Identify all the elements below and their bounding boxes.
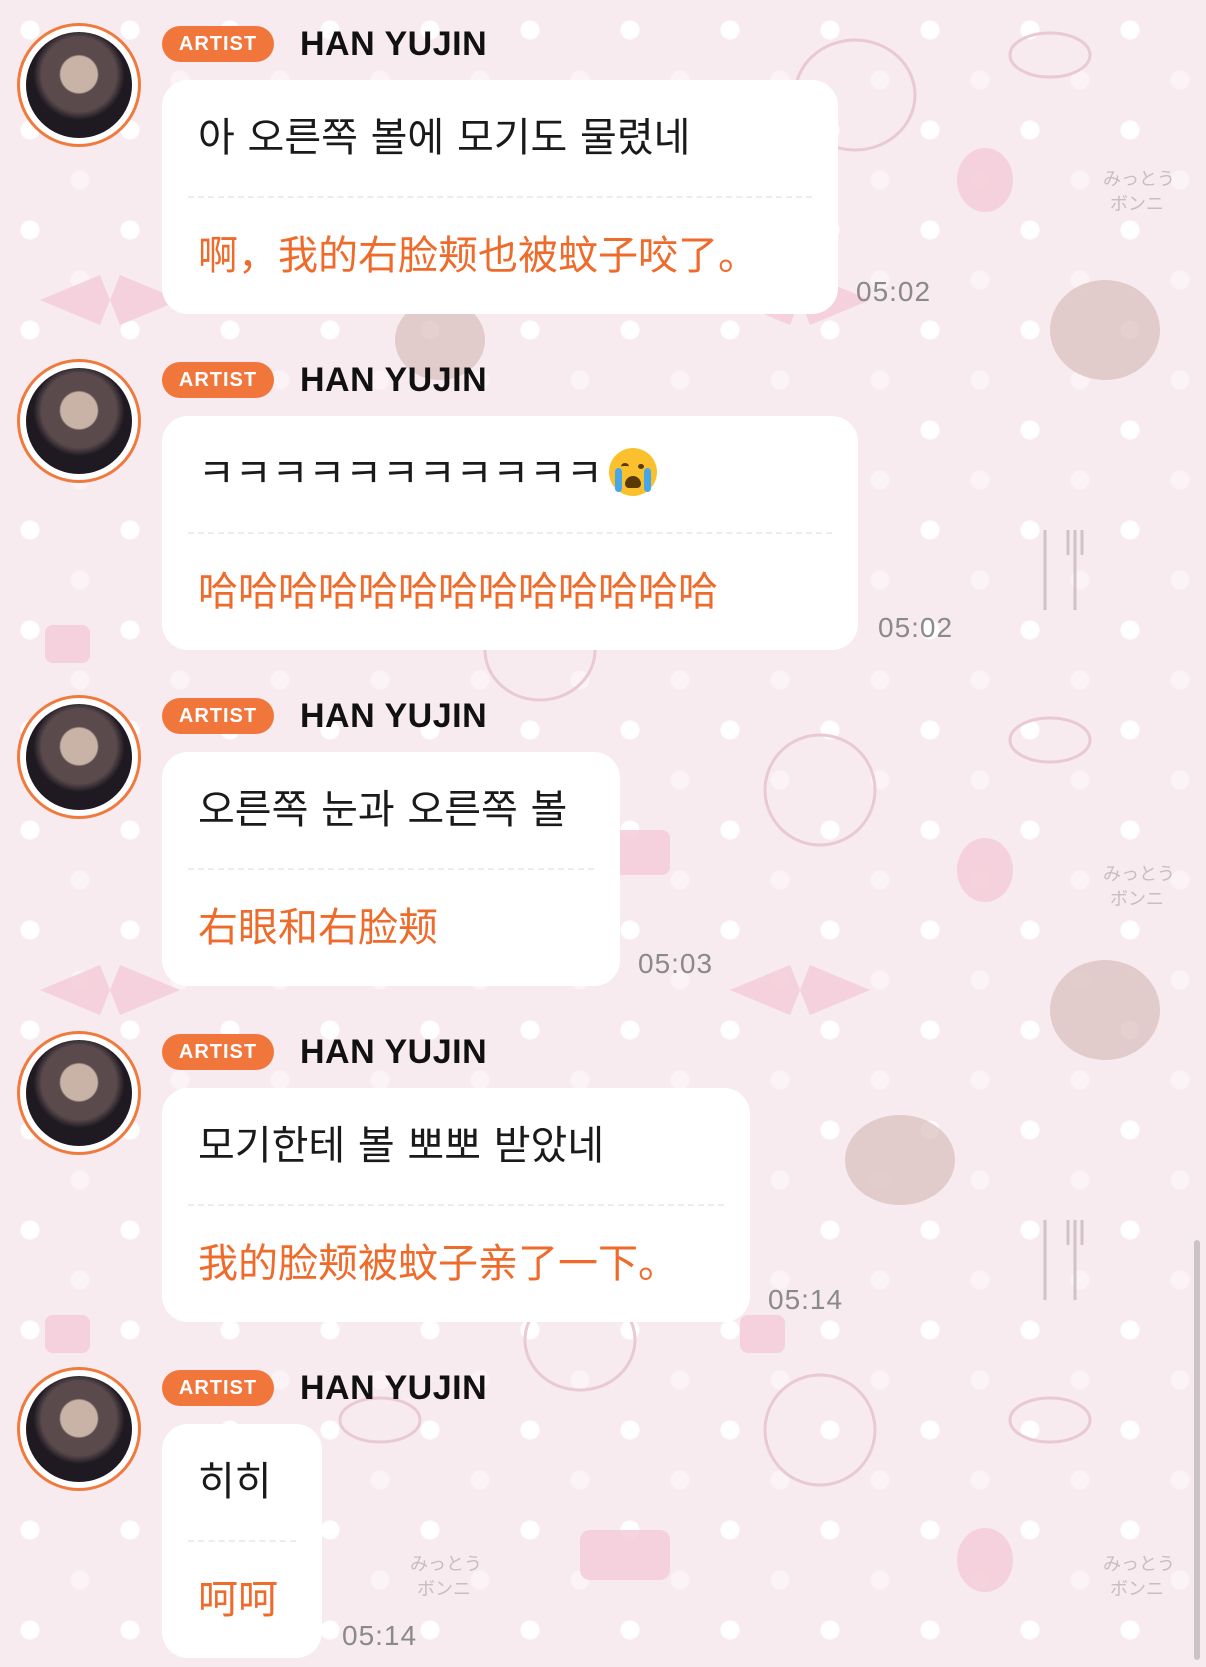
sender-name: HAN YUJIN xyxy=(300,1033,488,1071)
scrollbar[interactable] xyxy=(1194,1240,1200,1660)
timestamp: 05:14 xyxy=(768,1284,844,1315)
translated-text: 右眼和右脸颊 xyxy=(198,905,438,951)
sender-name: HAN YUJIN xyxy=(300,1369,488,1407)
fork-doodle xyxy=(1043,1220,1084,1300)
bow-doodle xyxy=(40,965,180,1015)
original-text: ㅋㅋㅋㅋㅋㅋㅋㅋㅋㅋㅋ xyxy=(198,451,603,497)
cake-doodle xyxy=(580,1530,670,1580)
wallpaper-text: みっとう xyxy=(410,1554,482,1575)
avatar[interactable] xyxy=(17,1367,141,1491)
artist-badge: ARTIST xyxy=(162,362,274,398)
cake-doodle xyxy=(740,1315,785,1353)
original-text-row: ㅋㅋㅋㅋㅋㅋㅋㅋㅋㅋㅋ xyxy=(198,416,822,532)
strawberry-doodle xyxy=(957,148,1013,212)
avatar[interactable] xyxy=(17,359,141,483)
teacup-doodle xyxy=(1008,1396,1092,1444)
timestamp: 05:02 xyxy=(856,276,932,307)
wallpaper-text: ボンニ xyxy=(417,1579,471,1600)
teacup-doodle xyxy=(1008,716,1092,764)
brown-bunny-doodle xyxy=(1050,960,1160,1060)
strawberry-doodle xyxy=(957,838,1013,902)
sender-name: HAN YUJIN xyxy=(300,361,488,399)
timestamp: 05:03 xyxy=(638,948,714,979)
strawberry-doodle xyxy=(957,1528,1013,1592)
translated-text: 哈哈哈哈哈哈哈哈哈哈哈哈哈 xyxy=(198,569,718,615)
wallpaper-text: ボンニ xyxy=(1110,1579,1164,1600)
message-bubble[interactable]: 아 오른쪽 볼에 모기도 물렸네 啊，我的右脸颊也被蚊子咬了。 xyxy=(162,80,838,314)
sender-name: HAN YUJIN xyxy=(300,697,488,735)
original-text: 오른쪽 눈과 오른쪽 볼 xyxy=(198,787,568,833)
brown-bunny-doodle xyxy=(1050,280,1160,380)
translated-text: 我的脸颊被蚊子亲了一下。 xyxy=(198,1241,678,1287)
original-text: 아 오른쪽 볼에 모기도 물렸네 xyxy=(198,115,691,161)
message-bubble[interactable]: 모기한테 볼 뽀뽀 받았네 我的脸颊被蚊子亲了一下。 xyxy=(162,1088,750,1322)
wallpaper-text: みっとう xyxy=(1103,1554,1175,1575)
fork-doodle xyxy=(1043,530,1084,610)
wallpaper-text: ボンニ xyxy=(1110,194,1164,215)
timestamp: 05:02 xyxy=(878,612,954,643)
message-bubble[interactable]: 오른쪽 눈과 오른쪽 볼 右眼和右脸颊 xyxy=(162,752,620,986)
original-text: 히히 xyxy=(198,1459,272,1505)
avatar-photo xyxy=(26,1376,132,1482)
artist-badge: ARTIST xyxy=(162,698,274,734)
avatar[interactable] xyxy=(17,23,141,147)
original-text: 모기한테 볼 뽀뽀 받았네 xyxy=(198,1123,605,1169)
cake-doodle xyxy=(45,625,90,663)
sender-name: HAN YUJIN xyxy=(300,25,488,63)
message-bubble[interactable]: 히히 呵呵 xyxy=(162,1424,322,1658)
cake-doodle xyxy=(45,1315,90,1353)
loudly-crying-face-icon xyxy=(608,448,657,496)
bunny-doodle xyxy=(763,733,877,847)
bow-doodle xyxy=(40,275,180,325)
artist-badge: ARTIST xyxy=(162,1034,274,1070)
wallpaper-text: みっとう xyxy=(1103,864,1175,885)
bow-doodle xyxy=(730,965,870,1015)
teacup-doodle xyxy=(1008,31,1092,79)
brown-bunny-doodle xyxy=(845,1115,955,1205)
wallpaper-text: みっとう xyxy=(1103,169,1175,190)
avatar-photo xyxy=(26,704,132,810)
avatar-photo xyxy=(26,368,132,474)
avatar-photo xyxy=(26,32,132,138)
translated-text: 呵呵 xyxy=(198,1577,278,1623)
translated-text: 啊，我的右脸颊也被蚊子咬了。 xyxy=(198,233,758,279)
timestamp: 05:14 xyxy=(342,1620,418,1651)
avatar[interactable] xyxy=(17,1031,141,1155)
avatar-photo xyxy=(26,1040,132,1146)
message-bubble[interactable]: ㅋㅋㅋㅋㅋㅋㅋㅋㅋㅋㅋ 哈哈哈哈哈哈哈哈哈哈哈哈哈 xyxy=(162,416,858,650)
artist-badge: ARTIST xyxy=(162,26,274,62)
wallpaper-text: ボンニ xyxy=(1110,889,1164,910)
bunny-doodle xyxy=(763,1373,877,1487)
avatar[interactable] xyxy=(17,695,141,819)
artist-badge: ARTIST xyxy=(162,1370,274,1406)
